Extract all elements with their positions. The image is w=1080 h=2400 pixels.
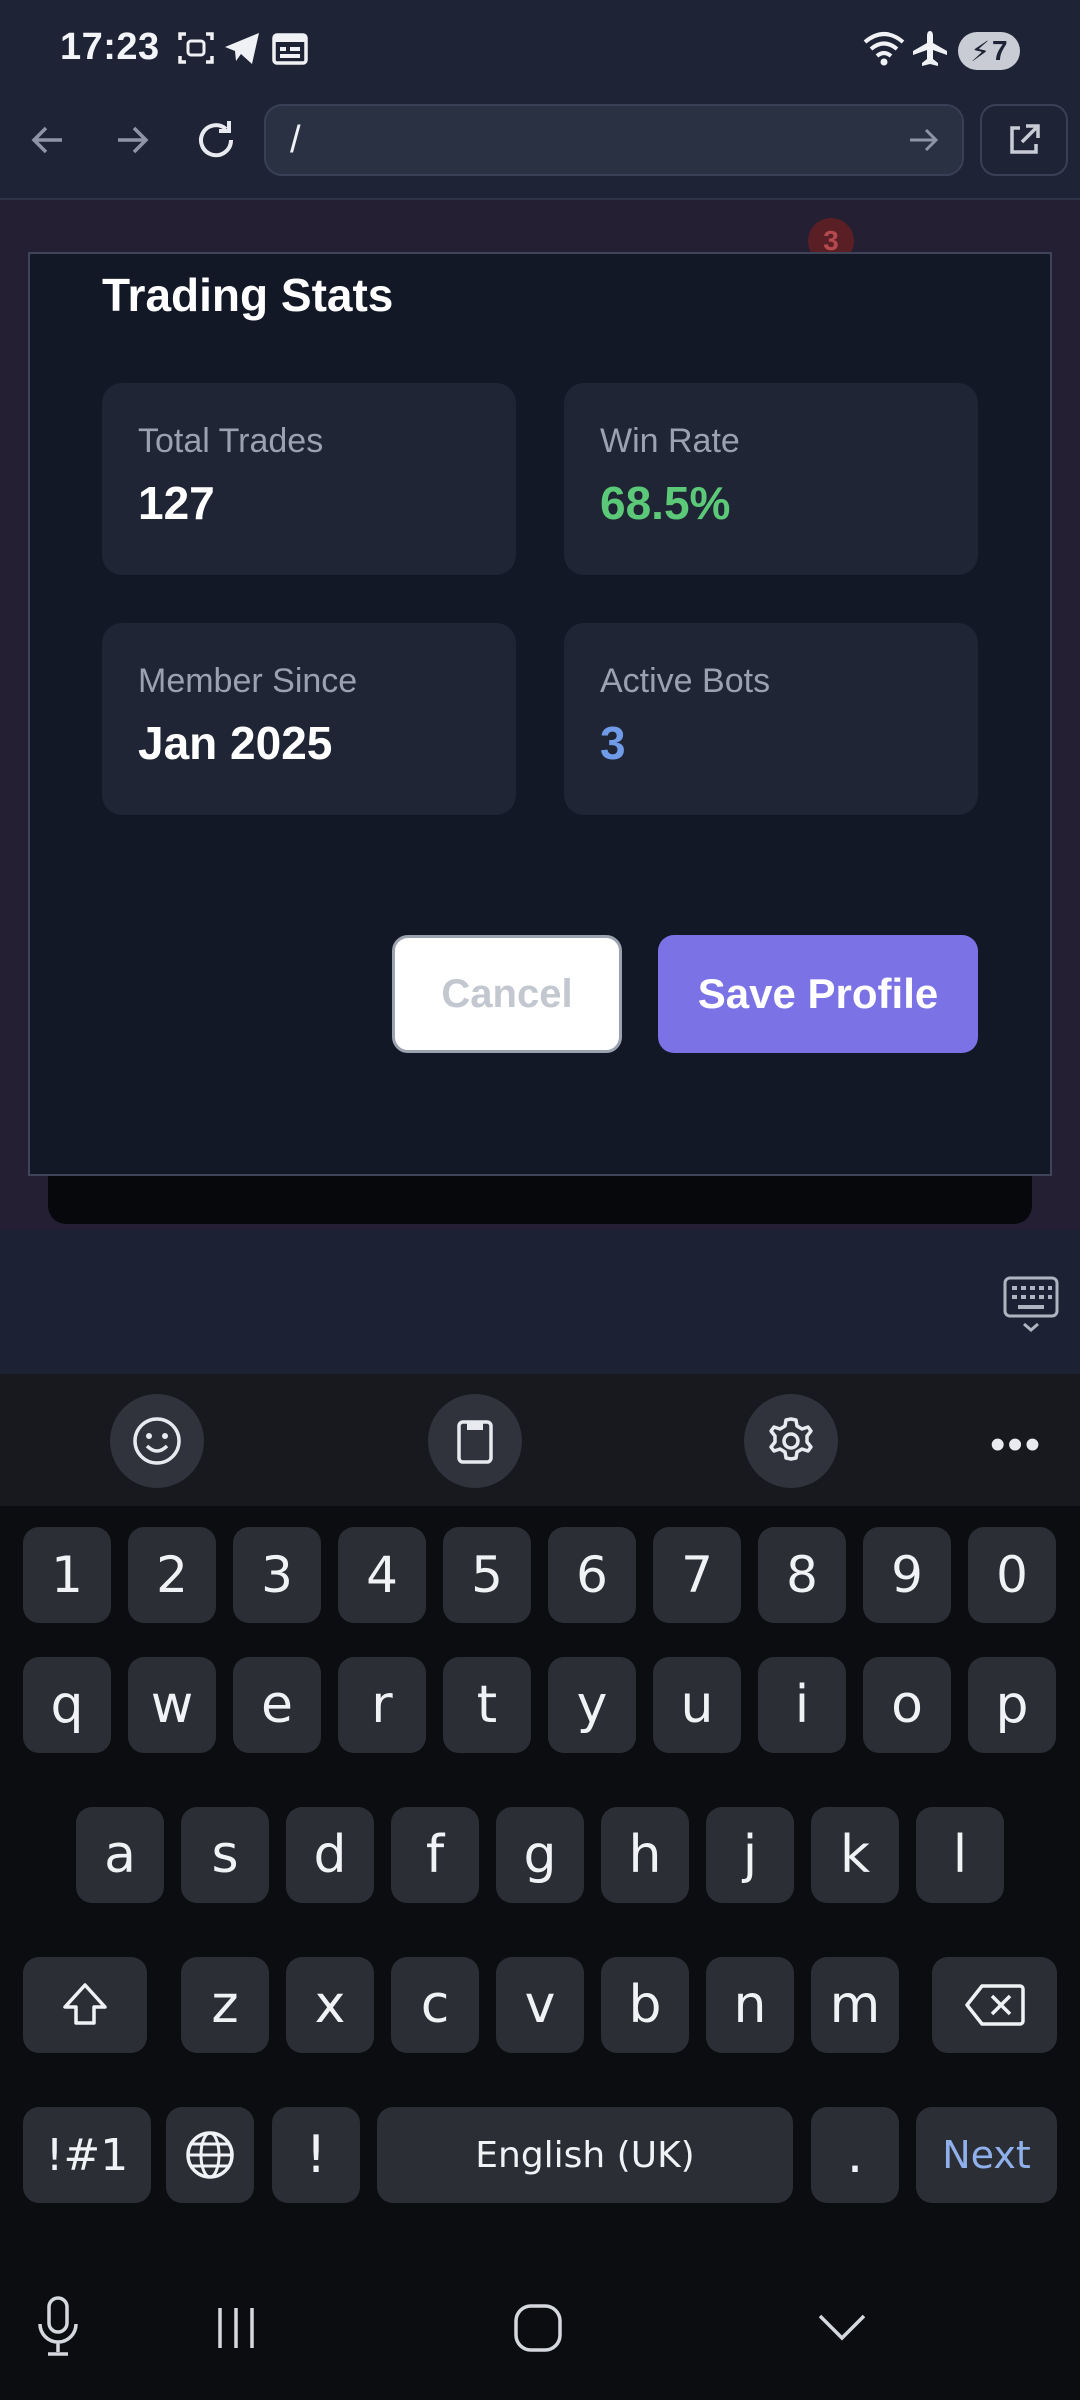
battery-charging-icon: ⚡: [970, 35, 991, 67]
key-e[interactable]: e: [233, 1657, 321, 1753]
stat-card-active-bots: [564, 623, 978, 815]
key-9[interactable]: 9: [863, 1527, 951, 1623]
stat-label: Active Bots: [600, 662, 771, 700]
chevron-down-icon: [818, 2314, 866, 2341]
key-c[interactable]: c: [391, 1957, 479, 2053]
key-d[interactable]: d: [286, 1807, 374, 1903]
language-key[interactable]: [166, 2107, 254, 2203]
clipboard-icon: [457, 1420, 493, 1464]
key-a[interactable]: a: [76, 1807, 164, 1903]
key-r[interactable]: r: [338, 1657, 426, 1753]
open-external-button[interactable]: [980, 104, 1068, 176]
key-s[interactable]: s: [181, 1807, 269, 1903]
cancel-button[interactable]: Cancel: [392, 935, 622, 1053]
reload-button[interactable]: [184, 108, 248, 172]
settings-icon: [769, 1417, 813, 1461]
open-external-icon: [1010, 124, 1040, 154]
back-arrow-icon: [31, 126, 62, 154]
globe-icon: [186, 2131, 234, 2179]
modal-title: Trading Stats: [102, 269, 394, 321]
shift-icon: [63, 1983, 107, 2025]
emoji-button[interactable]: [110, 1394, 204, 1488]
microphone-icon: [38, 2296, 78, 2356]
battery-indicator: ⚡ 7: [958, 32, 1020, 70]
hide-keyboard-button[interactable]: [810, 2296, 874, 2360]
key-n[interactable]: n: [706, 1957, 794, 2053]
key-2[interactable]: 2: [128, 1527, 216, 1623]
key-j[interactable]: j: [706, 1807, 794, 1903]
stat-value: Jan 2025: [138, 717, 333, 769]
key-v[interactable]: v: [496, 1957, 584, 2053]
key-u[interactable]: u: [653, 1657, 741, 1753]
key-7[interactable]: 7: [653, 1527, 741, 1623]
space-key[interactable]: English (UK): [377, 2107, 793, 2203]
key-g[interactable]: g: [496, 1807, 584, 1903]
home-icon: [514, 2304, 562, 2352]
key-6[interactable]: 6: [548, 1527, 636, 1623]
key-l[interactable]: l: [916, 1807, 1004, 1903]
next-key[interactable]: Next: [916, 2107, 1057, 2203]
stat-label: Total Trades: [138, 422, 324, 460]
key-k[interactable]: k: [811, 1807, 899, 1903]
browser-bottom-area: [0, 1230, 1080, 1374]
telegram-icon: [225, 33, 259, 64]
key-8[interactable]: 8: [758, 1527, 846, 1623]
more-icon[interactable]: •••: [990, 1420, 1042, 1470]
key-y[interactable]: y: [548, 1657, 636, 1753]
forward-arrow-icon: [118, 126, 149, 154]
screenshot-icon: [178, 32, 214, 64]
wifi-icon: [863, 32, 905, 66]
key-m[interactable]: m: [811, 1957, 899, 2053]
save-profile-button[interactable]: Save Profile: [658, 935, 978, 1053]
key-x[interactable]: x: [286, 1957, 374, 2053]
airplane-icon: [913, 31, 947, 66]
period-key[interactable]: .: [811, 2107, 899, 2203]
stat-value: 127: [138, 477, 215, 529]
backspace-key[interactable]: [932, 1957, 1057, 2053]
stat-value: 3: [600, 717, 626, 769]
back-button[interactable]: [16, 108, 80, 172]
backspace-icon: [964, 1984, 1025, 2026]
keyboard-settings-button[interactable]: [744, 1394, 838, 1488]
symbols-key[interactable]: !#1: [23, 2107, 151, 2203]
recent-apps-button[interactable]: [204, 2296, 268, 2360]
url-bar[interactable]: [264, 104, 964, 176]
stat-label: Member Since: [138, 662, 358, 700]
key-3[interactable]: 3: [233, 1527, 321, 1623]
key-0[interactable]: 0: [968, 1527, 1056, 1623]
key-h[interactable]: h: [601, 1807, 689, 1903]
key-b[interactable]: b: [601, 1957, 689, 2053]
key-5[interactable]: 5: [443, 1527, 531, 1623]
voice-input-button[interactable]: [26, 2294, 90, 2358]
key-o[interactable]: o: [863, 1657, 951, 1753]
emoji-icon: [133, 1417, 181, 1465]
status-time: 17:23: [60, 26, 160, 68]
url-text[interactable]: /: [290, 112, 301, 168]
go-arrow-icon[interactable]: [900, 118, 948, 162]
key-f[interactable]: f: [391, 1807, 479, 1903]
key-w[interactable]: w: [128, 1657, 216, 1753]
key-4[interactable]: 4: [338, 1527, 426, 1623]
home-button[interactable]: [506, 2296, 570, 2360]
clipboard-button[interactable]: [428, 1394, 522, 1488]
key-i[interactable]: i: [758, 1657, 846, 1753]
key-1[interactable]: 1: [23, 1527, 111, 1623]
exclamation-key[interactable]: !: [272, 2107, 360, 2203]
stat-label: Win Rate: [600, 422, 740, 460]
key-t[interactable]: t: [443, 1657, 531, 1753]
shift-key[interactable]: [23, 1957, 147, 2053]
key-q[interactable]: q: [23, 1657, 111, 1753]
calendar-icon: [272, 33, 308, 65]
forward-button[interactable]: [100, 108, 164, 172]
keyboard-hide-icon[interactable]: [1002, 1274, 1060, 1334]
recent-apps-icon: [218, 2308, 254, 2348]
key-z[interactable]: z: [181, 1957, 269, 2053]
key-p[interactable]: p: [968, 1657, 1056, 1753]
stat-value: 68.5%: [600, 477, 731, 529]
reload-icon: [199, 121, 234, 158]
